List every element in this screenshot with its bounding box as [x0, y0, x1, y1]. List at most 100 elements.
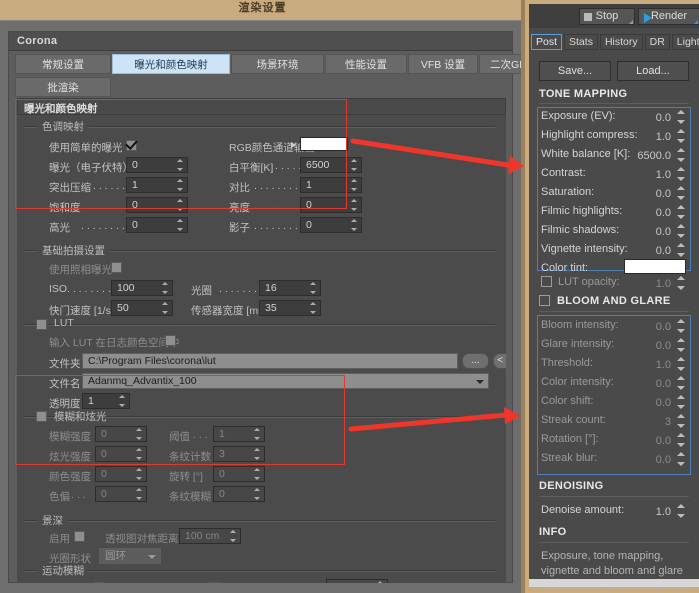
color-shift-spinner-vfb[interactable]	[677, 395, 686, 409]
brightness-input[interactable]: 0	[300, 197, 362, 213]
threshold-input[interactable]: 1	[213, 426, 265, 442]
tab-general-settings[interactable]: 常规设置	[15, 54, 111, 74]
save-preset-button[interactable]: Save...	[539, 61, 611, 81]
stop-dropdown-corner-icon[interactable]	[629, 20, 633, 24]
rgb-output-color-swatch[interactable]	[300, 137, 348, 151]
lut-builtin-button[interactable]: < 内置	[493, 353, 506, 369]
glare-intensity-input[interactable]: 0	[95, 446, 147, 462]
lut-opacity-checkbox-vfb[interactable]	[541, 276, 552, 287]
color-intensity-spinner-vfb[interactable]	[677, 376, 686, 390]
shutter-speed-input[interactable]: 50	[111, 300, 173, 316]
aperture-shape-combo[interactable]: 圆环	[99, 548, 161, 564]
white-balance-spinner-vfb[interactable]	[677, 148, 686, 162]
bloom-intensity-input[interactable]: 0	[95, 426, 147, 442]
bloom-glare-section-title: BLOOM AND GLARE	[557, 295, 670, 307]
bloom-glare-enable-checkbox[interactable]	[36, 411, 47, 422]
streak-count-value-vfb[interactable]: 3	[633, 416, 671, 428]
bloom-glare-checkbox-vfb[interactable]	[539, 295, 550, 306]
lut-opacity-input-left[interactable]: 1	[82, 393, 130, 409]
lut-opacity-label-vfb: LUT opacity:	[558, 276, 620, 288]
filmic-highlights-spinner-vfb[interactable]	[677, 205, 686, 219]
exposure-ev-value-vfb[interactable]: 0.0	[633, 112, 671, 124]
tab-history[interactable]: History	[600, 34, 643, 50]
highlight-compress-input[interactable]: 1	[126, 177, 188, 193]
tab-scene-environment[interactable]: 场景环境	[231, 54, 324, 74]
highlight-compress-spinner-vfb[interactable]	[677, 129, 686, 143]
bloom-intensity-spinner-vfb[interactable]	[677, 319, 686, 333]
streak-blur-value-vfb[interactable]: 0.0	[633, 454, 671, 466]
lut-opacity-spinner-vfb[interactable]	[677, 276, 686, 290]
streak-count-spinner-vfb[interactable]	[677, 414, 686, 428]
threshold-spinner-vfb[interactable]	[677, 357, 686, 371]
glare-intensity-value-vfb[interactable]: 0.0	[633, 340, 671, 352]
lut-log-space-checkbox[interactable]	[165, 335, 176, 346]
denoise-amount-value[interactable]: 1.0	[633, 506, 671, 518]
color-shift-value-vfb[interactable]: 0.0	[633, 397, 671, 409]
lut-enable-checkbox[interactable]	[36, 319, 47, 330]
vignette-intensity-value-vfb[interactable]: 0.0	[633, 245, 671, 257]
contrast-spinner-vfb[interactable]	[677, 167, 686, 181]
exposure-color-mapping-header[interactable]: 曝光和颜色映射	[17, 98, 506, 115]
rotation-value-vfb[interactable]: 0.0	[633, 435, 671, 447]
tab-batch-render[interactable]: 批渲染	[15, 77, 111, 97]
streak-count-input[interactable]: 3	[213, 446, 265, 462]
lut-opacity-value-vfb[interactable]: 1.0	[633, 278, 671, 290]
load-preset-button[interactable]: Load...	[617, 61, 689, 81]
filmic-shadows-spinner-vfb[interactable]	[677, 224, 686, 238]
tab-post[interactable]: Post	[531, 34, 562, 50]
saturation-input[interactable]: 0	[126, 197, 188, 213]
tab-vfb-settings[interactable]: VFB 设置	[408, 54, 478, 74]
exposure-ev-spinner-vfb[interactable]	[677, 110, 686, 124]
shadows-input[interactable]: 0	[300, 217, 362, 233]
color-intensity-value-vfb[interactable]: 0.0	[633, 378, 671, 390]
saturation-value-vfb[interactable]: 0.0	[633, 188, 671, 200]
bloom-intensity-value-vfb[interactable]: 0.0	[633, 321, 671, 333]
tab-performance-settings[interactable]: 性能设置	[325, 54, 407, 74]
lut-filename-combo[interactable]: Adanmq_Advantix_100	[82, 373, 489, 389]
glare-intensity-spinner-vfb[interactable]	[677, 338, 686, 352]
white-balance-value-vfb[interactable]: 6500.0	[625, 150, 671, 162]
denoise-amount-spinner[interactable]	[677, 504, 686, 518]
contrast-input[interactable]: 1	[300, 177, 362, 193]
tab-dr[interactable]: DR	[645, 34, 670, 50]
dof-focus-distance-input[interactable]: 100 cm	[179, 528, 241, 544]
streak-blur-input[interactable]: 0	[213, 486, 265, 502]
tab-stats[interactable]: Stats	[564, 34, 598, 50]
color-tint-swatch-vfb[interactable]	[624, 259, 686, 274]
tab-lightmix[interactable]: LightMix	[672, 34, 699, 50]
filmic-shadows-value-vfb[interactable]: 0.0	[633, 226, 671, 238]
contrast-value-vfb[interactable]: 1.0	[633, 169, 671, 181]
streak-blur-spinner-vfb[interactable]	[677, 452, 686, 466]
saturation-spinner-vfb[interactable]	[677, 186, 686, 200]
vignette-intensity-spinner-vfb[interactable]	[677, 243, 686, 257]
motion-blur-camera-checkbox[interactable]	[94, 582, 105, 583]
streak-blur-label: 条纹模糊	[169, 489, 211, 504]
white-balance-input[interactable]: 6500	[300, 157, 362, 173]
use-camera-exposure-checkbox[interactable]	[111, 262, 122, 273]
tab-exposure-color-mapping[interactable]: 曝光和颜色映射	[112, 54, 230, 74]
transform-segments-input[interactable]: 4	[326, 579, 388, 583]
render-dropdown-corner-icon[interactable]	[694, 20, 698, 24]
simple-exposure-checkbox[interactable]	[126, 140, 137, 151]
filmic-highlights-value-vfb[interactable]: 0.0	[633, 207, 671, 219]
iso-input[interactable]: 100	[111, 280, 173, 296]
aperture-input[interactable]: 16	[259, 280, 321, 296]
threshold-value-vfb[interactable]: 1.0	[633, 359, 671, 371]
stop-button[interactable]: Stop	[579, 8, 635, 25]
rotation-input[interactable]: 0	[213, 466, 265, 482]
lut-folder-input[interactable]: C:\Program Files\corona\lut	[82, 353, 458, 369]
highlights-input[interactable]: 0	[126, 217, 188, 233]
exposure-ev-input[interactable]: 0	[126, 157, 188, 173]
motion-blur-object-checkbox[interactable]	[209, 582, 220, 583]
color-tint-label-vfb: Color tint:	[541, 262, 588, 274]
expand-arrow-icon[interactable]	[291, 142, 296, 148]
highlight-compress-value-vfb[interactable]: 1.0	[633, 131, 671, 143]
render-button[interactable]: Render	[638, 8, 699, 25]
rotation-spinner-vfb[interactable]	[677, 433, 686, 447]
color-shift-input[interactable]: 0	[95, 486, 147, 502]
chevron-down-icon	[476, 380, 484, 384]
lut-browse-button[interactable]: ...	[462, 353, 489, 369]
sensor-width-input[interactable]: 35	[259, 300, 321, 316]
dof-enable-checkbox[interactable]	[74, 531, 85, 542]
color-intensity-input[interactable]: 0	[95, 466, 147, 482]
